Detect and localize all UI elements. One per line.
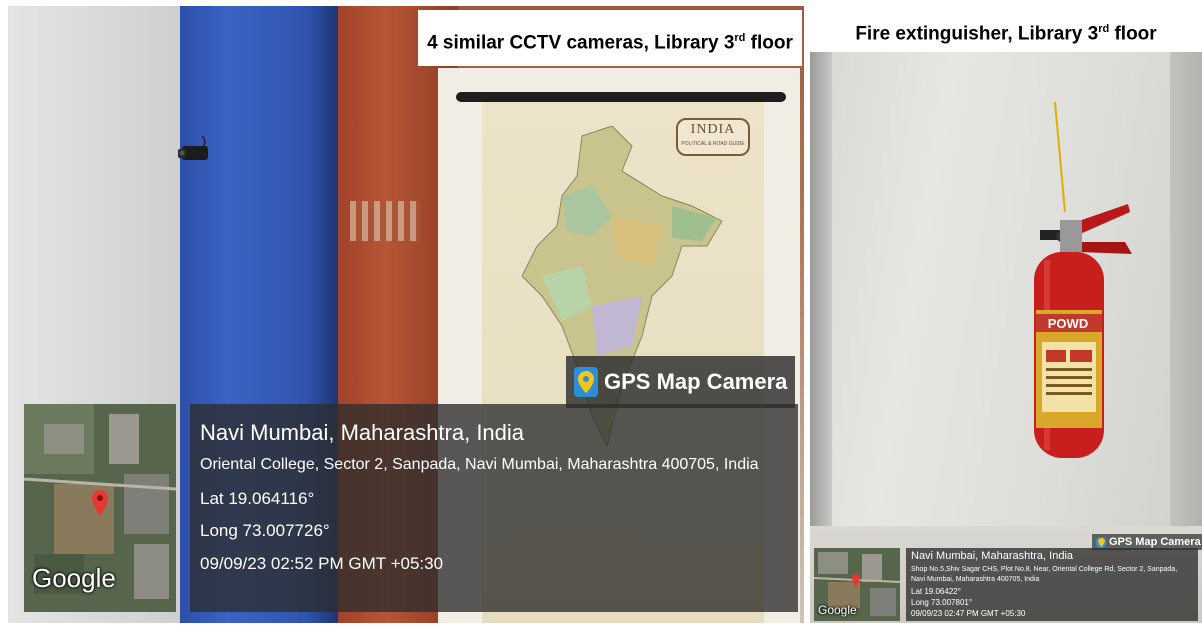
photo-caption: 4 similar CCTV cameras, Library 3rd floo… [418,10,802,66]
gps-datetime: 09/09/23 02:52 PM GMT +05:30 [200,554,444,573]
map-subtitle: POLITICAL & ROAD GUIDE [681,141,745,147]
caption-superscript: rd [1098,23,1110,35]
caption-text: Fire extinguisher, Library 3 [855,23,1099,45]
map-title: INDIA [690,122,736,137]
photo-caption: Fire extinguisher, Library 3rd floor [810,6,1202,52]
gps-location: Navi Mumbai, Maharashtra, India [200,420,525,445]
map-title-box: INDIA POLITICAL & ROAD GUIDE [676,118,750,156]
map-pin-icon [852,574,860,587]
gps-location: Navi Mumbai, Maharashtra, India [911,550,1074,562]
gps-address: Oriental College, Sector 2, Sanpada, Nav… [200,456,759,473]
fire-extinguisher-icon: POWD [1034,102,1132,458]
caption-tail: floor [1109,23,1157,45]
gps-longitude: Long 73.007801° [911,598,973,607]
gps-brand-label: GPS Map Camera [604,369,788,394]
gps-brand-tag: GPS Map Camera [566,356,796,408]
gps-latitude: Lat 19.064116° [200,489,315,508]
gps-map-camera-icon [1096,536,1106,548]
map-hanging-rod [456,92,786,102]
gps-longitude: Long 73.007726° [200,521,330,540]
caption-superscript: rd [734,32,746,44]
cctv-photo: INDIA POLITICAL & ROAD GUIDE 4 similar C… [8,6,804,623]
gps-address: Shop No.5,Shiv Sagar CHS, Plot No.8, Nea… [911,566,1178,583]
gps-latitude: Lat 19.06422° [911,587,961,596]
fire-extinguisher-photo: POWD Fire extinguisher, Library 3rd floo… [810,6,1202,623]
gps-datetime: 09/09/23 02:47 PM GMT +05:30 [911,609,1026,618]
caption-tail: floor [745,32,793,54]
shelf-edge [350,201,420,241]
gps-brand-label: GPS Map Camera [1109,536,1201,548]
caption-text: 4 similar CCTV cameras, Library 3 [427,32,735,54]
google-logo: Google [818,603,857,617]
gps-map-camera-icon [574,367,598,397]
google-logo: Google [32,563,116,593]
extinguisher-label-text: POWD [1048,316,1088,331]
gps-info-box: Navi Mumbai, Maharashtra, India Shop No.… [906,548,1198,621]
cctv-camera-icon [178,136,208,160]
map-pin-icon [92,490,108,516]
gps-info-box: Navi Mumbai, Maharashtra, India Oriental… [190,404,798,612]
